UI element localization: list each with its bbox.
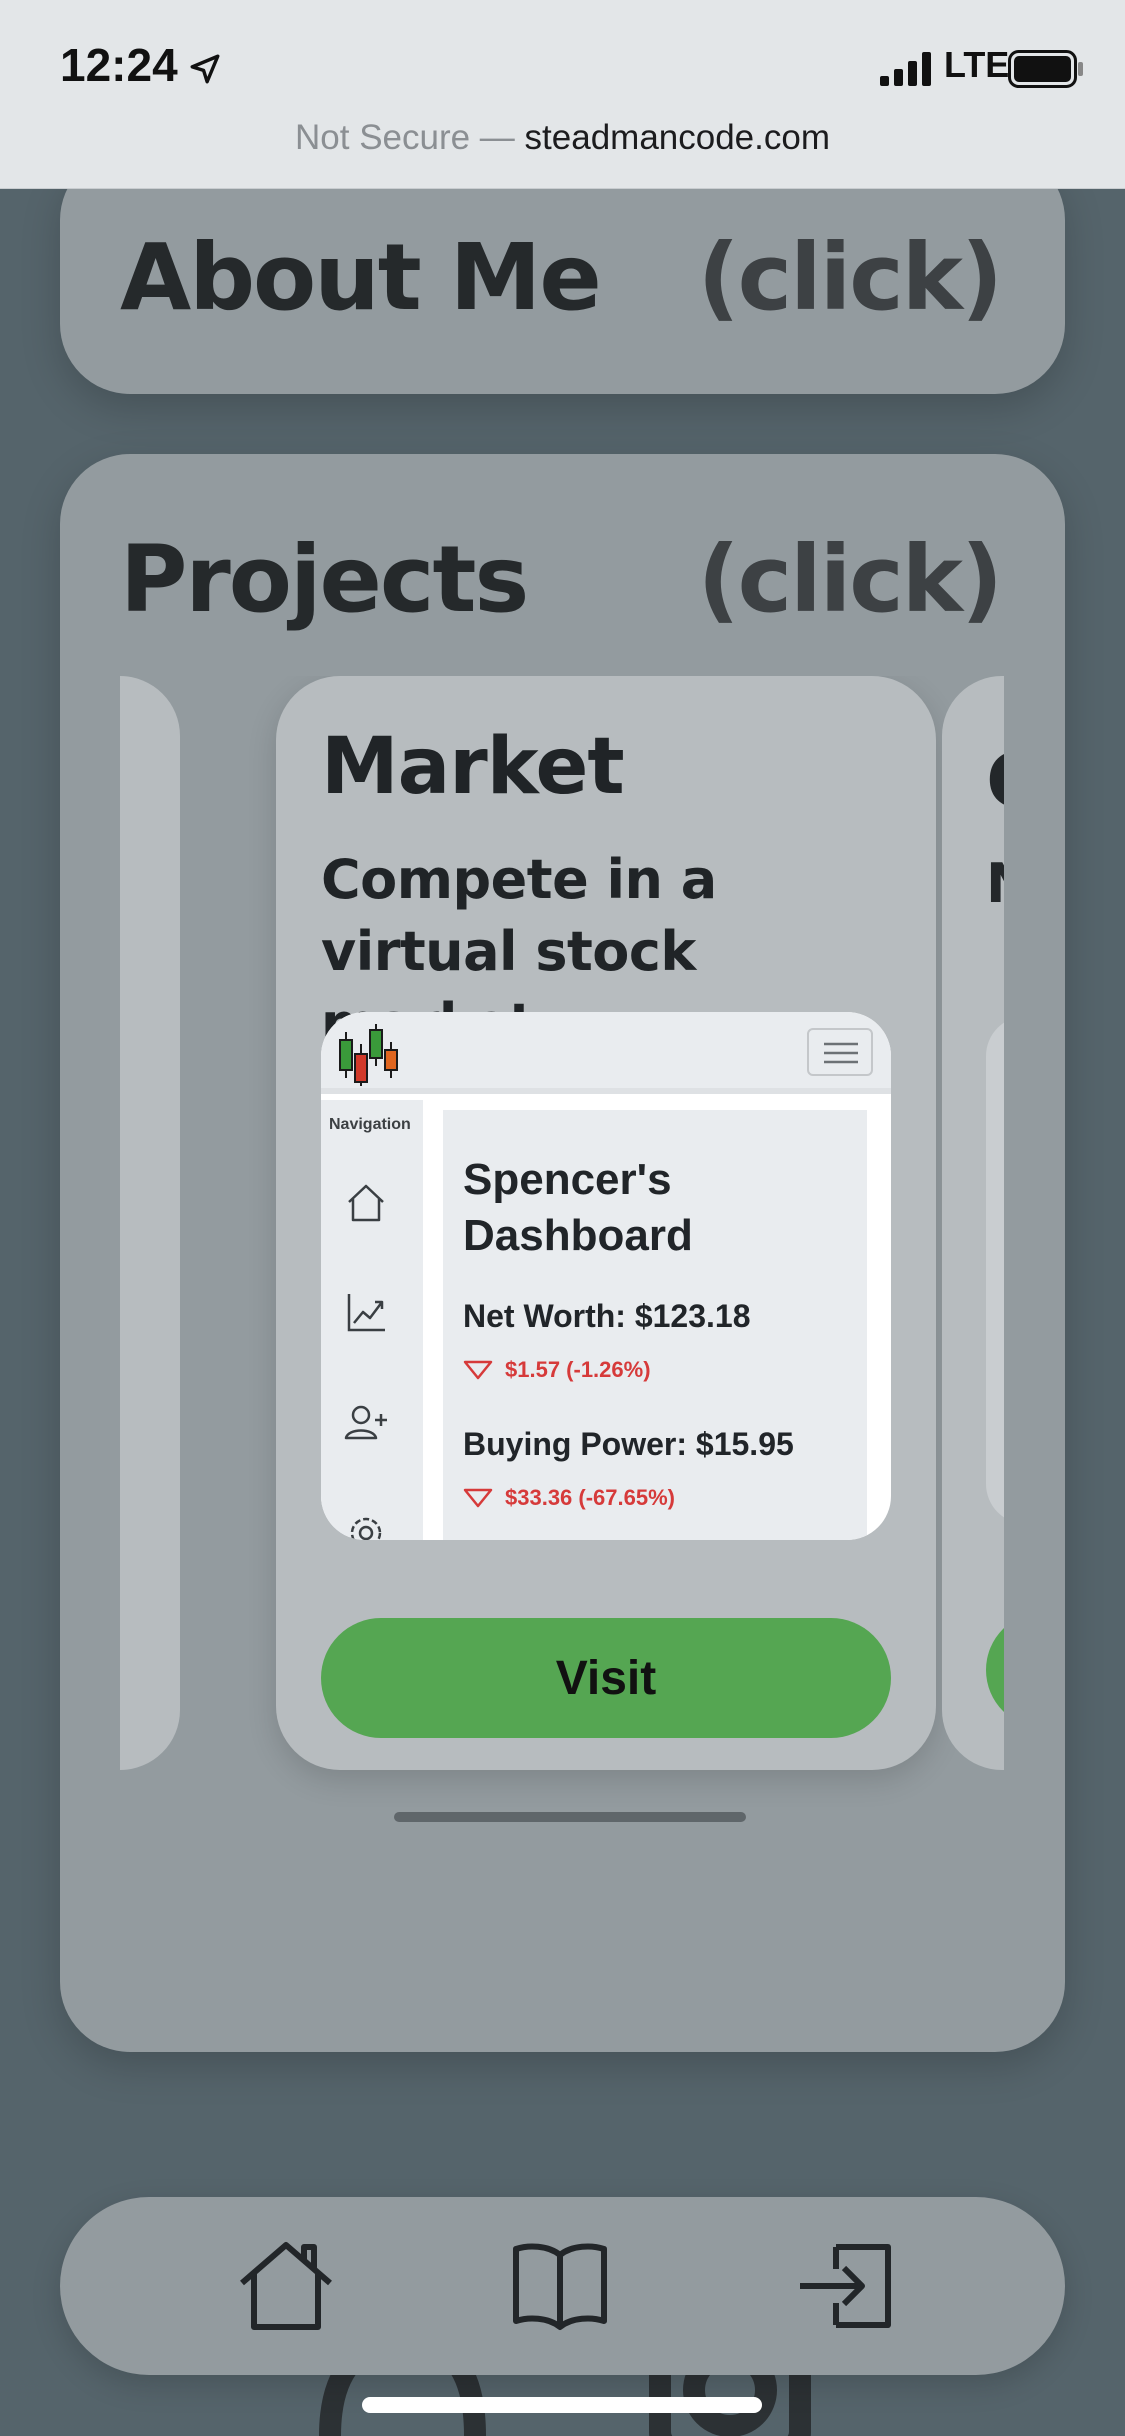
project-card-market: Market Compete in a virtual stock market <box>276 676 936 1770</box>
location-arrow-icon <box>190 54 220 84</box>
preview-nav-label: Navigation <box>329 1116 411 1133</box>
book-icon[interactable] <box>510 2239 610 2333</box>
battery-icon <box>1008 50 1083 88</box>
url-bar[interactable]: Not Secure — steadmancode.com <box>0 118 1125 158</box>
menu-icon <box>824 1042 858 1064</box>
down-triangle-icon <box>463 1488 493 1508</box>
preview-menu-button <box>807 1028 873 1076</box>
bottom-nav <box>60 2197 1065 2375</box>
next-project-name: C <box>986 736 1004 825</box>
next-project-preview <box>986 1016 1004 1524</box>
projects-card[interactable]: Projects (click) Market Compete in a vir… <box>60 454 1065 2052</box>
home-icon[interactable] <box>236 2239 336 2333</box>
dashboard-title: Spencer's Dashboard <box>463 1155 693 1260</box>
preview-header <box>321 1012 891 1094</box>
buying-power-change: $33.36 (-67.65%) <box>463 1484 675 1511</box>
candlestick-logo-icon <box>339 1024 398 1086</box>
home-indicator[interactable] <box>362 2397 762 2413</box>
about-title: About Me <box>120 224 602 331</box>
projects-carousel[interactable]: Market Compete in a virtual stock market <box>120 676 1004 1816</box>
previous-project-card[interactable] <box>120 676 180 1770</box>
visit-button[interactable]: Visit <box>321 1618 891 1738</box>
person-add-icon <box>344 1405 387 1440</box>
preview-dashboard: Spencer's Dashboard Net Worth: $123.18 $… <box>443 1110 867 1540</box>
carousel-scroll-indicator[interactable] <box>394 1812 746 1822</box>
projects-click-label[interactable]: (click) <box>698 526 1003 633</box>
buying-power-change-value: $33.36 (-67.65%) <box>505 1485 675 1511</box>
about-click-label[interactable]: (click) <box>698 224 1003 331</box>
buying-power-stat: Buying Power: $15.95 <box>463 1426 794 1462</box>
status-bar: 12:24 LTE Not Secure — steadmancode.com <box>0 0 1125 189</box>
project-name: Market <box>321 722 625 812</box>
preview-sidebar: Navigation <box>321 1100 423 1540</box>
next-project-card[interactable]: C N c <box>942 676 1004 1770</box>
net-worth-change-value: $1.57 (-1.26%) <box>505 1357 651 1383</box>
project-preview-screenshot: Navigation Spencer's Dashboard Net Worth… <box>321 1012 891 1540</box>
sign-in-icon[interactable] <box>796 2239 896 2333</box>
url-security-label: Not Secure — <box>295 118 525 157</box>
projects-title: Projects <box>120 526 529 633</box>
status-time: 12:24 <box>60 39 178 91</box>
chart-line-icon <box>347 1294 385 1332</box>
next-project-description: N c <box>986 848 1004 920</box>
net-worth-stat: Net Worth: $123.18 <box>463 1298 751 1334</box>
gear-icon <box>350 1517 382 1540</box>
down-triangle-icon <box>463 1360 493 1380</box>
net-worth-change: $1.57 (-1.26%) <box>463 1356 651 1383</box>
next-project-visit-button[interactable] <box>986 1612 1004 1728</box>
signal-icon <box>880 52 931 86</box>
url-domain: steadmancode.com <box>524 118 830 157</box>
home-icon <box>348 1184 384 1222</box>
network-type: LTE <box>944 44 1010 85</box>
